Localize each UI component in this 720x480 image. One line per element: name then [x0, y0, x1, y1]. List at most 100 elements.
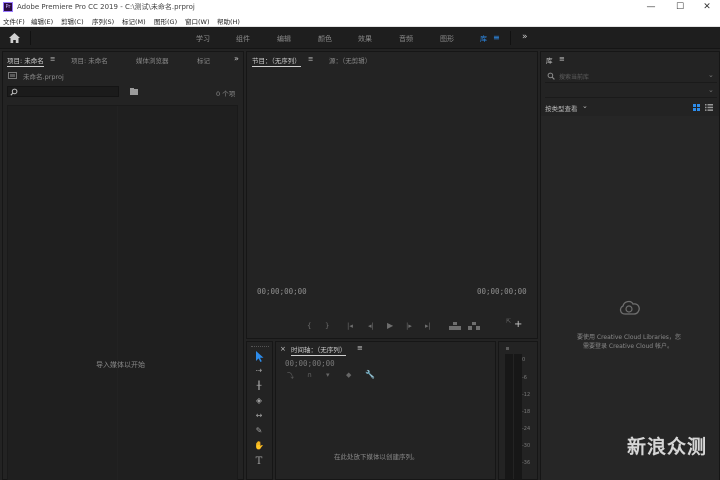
extract-icon[interactable] [468, 322, 480, 330]
project-file-icon [8, 72, 17, 79]
maximize-button[interactable]: ☐ [665, 0, 695, 14]
go-to-out-icon[interactable]: ▸| [425, 322, 431, 330]
menu-window[interactable]: 窗口(W) [185, 16, 210, 26]
chevron-down-icon: ⌄ [582, 102, 588, 110]
libraries-search-input[interactable]: 搜索当前库 ⌄ [545, 70, 717, 83]
export-frame-icon[interactable]: ⇱ [506, 318, 511, 325]
menu-help[interactable]: 帮助(H) [217, 16, 240, 26]
menu-bar: 文件(F) 编辑(E) 剪辑(C) 序列(S) 标记(M) 图形(G) 窗口(W… [0, 14, 720, 27]
workspace-tab-learn[interactable]: 学习 [196, 34, 210, 44]
type-tool-icon[interactable]: T [253, 456, 265, 468]
new-bin-from-search-icon[interactable] [129, 87, 139, 96]
audio-meter-right-channel [514, 354, 522, 479]
libraries-panel-menu-icon[interactable]: ≡ [559, 55, 565, 63]
tab-source[interactable]: 源：（无剪辑） [329, 55, 371, 65]
panel-overflow-icon[interactable]: » [234, 54, 239, 63]
menu-clip[interactable]: 剪辑(C) [61, 16, 84, 26]
go-to-in-icon[interactable]: |◂ [347, 322, 353, 330]
button-editor-add-icon[interactable]: + [514, 319, 522, 330]
hand-tool-icon[interactable]: ✋ [253, 440, 265, 452]
snap-icon[interactable]: ⤵ [287, 371, 294, 381]
add-marker-icon[interactable]: ▾ [326, 371, 330, 379]
libraries-panel: 库 ≡ 搜索当前库 ⌄ ⌄ 按类型查看 ⌄ 要使用 Creative Cloud… [540, 51, 720, 480]
meter-tick: 0 [522, 357, 526, 363]
home-icon[interactable] [9, 33, 20, 43]
selection-tool-icon[interactable] [255, 351, 264, 362]
chevron-down-icon: ⌄ [708, 86, 714, 94]
mark-out-icon[interactable]: } [325, 322, 329, 330]
audio-meter-left-channel [505, 354, 513, 479]
chevron-down-icon[interactable]: ⌄ [708, 71, 714, 79]
workspace-tab-editing[interactable]: 编辑 [277, 34, 291, 44]
watermark-logo: 新浪众测 [627, 436, 708, 458]
lift-icon[interactable] [449, 322, 461, 330]
project-item-count: 0 个项 [216, 90, 236, 98]
tab-program[interactable]: 节目：（无序列） [252, 55, 301, 67]
program-video-frame[interactable] [251, 67, 534, 292]
workspace-overflow-button[interactable]: » [522, 32, 528, 42]
play-icon[interactable]: ▶ [387, 321, 393, 330]
close-button[interactable]: ✕ [692, 0, 720, 14]
track-select-tool-icon[interactable]: ⇢ [253, 365, 265, 377]
project-panel-menu-icon[interactable]: ≡ [50, 55, 55, 63]
timeline-close-icon[interactable]: × [280, 345, 286, 353]
menu-file[interactable]: 文件(F) [3, 16, 25, 26]
timeline-track-area[interactable] [280, 383, 484, 479]
timeline-marker-icon[interactable]: ◆ [346, 371, 351, 379]
slip-tool-icon[interactable]: ↔ [253, 410, 265, 422]
library-selector-dropdown[interactable]: ⌄ [545, 85, 717, 98]
menu-edit[interactable]: 编辑(E) [31, 16, 53, 26]
program-timecode-duration: 00;00;00;00 [477, 287, 527, 296]
project-file-name: 未命名.prproj [23, 73, 64, 81]
libraries-signin-message-line1: 要使用 Creative Cloud Libraries，您 [577, 334, 681, 341]
workspace-menu-icon[interactable]: ≡ [493, 33, 500, 42]
title-bar: Pr Adobe Premiere Pro CC 2019 - C:\测试\未命… [0, 0, 720, 14]
menu-graphics[interactable]: 图形(G) [154, 16, 177, 26]
grid-view-icon[interactable] [693, 104, 700, 111]
menu-marker[interactable]: 标记(M) [122, 16, 146, 26]
search-icon [547, 72, 555, 80]
workspace-bar: 学习 组件 编辑 颜色 效果 音频 图形 库 ≡ » [0, 27, 720, 49]
audio-meter-panel [498, 341, 538, 480]
workspace-tab-effects[interactable]: 效果 [358, 34, 372, 44]
step-back-icon[interactable]: ◂| [368, 322, 374, 330]
timeline-empty-message: 在此处放下媒体以创建序列。 [334, 453, 419, 461]
list-view-icon[interactable] [705, 104, 713, 111]
step-forward-icon[interactable]: |▸ [406, 322, 412, 330]
workspace-tab-audio[interactable]: 音频 [399, 34, 413, 44]
tab-timeline[interactable]: 时间轴：（无序列） [291, 344, 347, 356]
minimize-button[interactable]: — [636, 0, 666, 14]
wrench-icon[interactable]: 🔧 [365, 370, 375, 379]
workspace-tab-graphics[interactable]: 图形 [440, 34, 454, 44]
libraries-content-area [541, 116, 719, 480]
meter-tick: -18 [522, 409, 531, 415]
meter-tick: -36 [522, 460, 531, 466]
tab-markers[interactable]: 标记 [197, 55, 210, 65]
tab-media-browser[interactable]: 媒体浏览器 [136, 55, 169, 65]
program-timecode-current[interactable]: 00;00;00;00 [257, 287, 307, 296]
linked-selection-icon[interactable]: ∩ [307, 371, 312, 379]
timeline-timecode[interactable]: 00;00;00;00 [285, 359, 335, 368]
ripple-edit-tool-icon[interactable]: ╫ [253, 380, 265, 392]
meter-tick: -6 [522, 375, 527, 381]
workspace-tab-assembly[interactable]: 组件 [236, 34, 250, 44]
tab-project[interactable]: 项目: 未命名 [7, 55, 44, 67]
project-item-list[interactable]: 导入媒体以开始 [7, 105, 238, 480]
mark-in-icon[interactable]: { [307, 322, 311, 330]
tab-project-2[interactable]: 项目: 未命名 [71, 55, 108, 65]
timeline-panel-menu-icon[interactable]: ≡ [357, 344, 363, 352]
timeline-panel: × 时间轴：（无序列） ≡ 00;00;00;00 ⤵ ∩ ▾ ◆ 🔧 在此处放… [275, 341, 496, 480]
program-panel-menu-icon[interactable]: ≡ [308, 55, 313, 63]
libraries-signin-message-line2: 需要登录 Creative Cloud 帐户。 [583, 343, 674, 350]
workspace-tab-libraries[interactable]: 库 [480, 34, 487, 44]
menu-sequence[interactable]: 序列(S) [92, 16, 114, 26]
search-icon [10, 88, 18, 96]
program-monitor-tabs: 节目：（无序列） ≡ 源：（无剪辑） [247, 52, 537, 67]
workspace-tab-color[interactable]: 颜色 [318, 34, 332, 44]
tab-libraries[interactable]: 库 [546, 55, 553, 65]
view-by-type-dropdown[interactable]: 按类型查看 [545, 103, 578, 113]
project-search-input[interactable] [7, 86, 119, 97]
razor-tool-icon[interactable]: ◈ [253, 395, 265, 407]
meter-tick: -30 [522, 443, 531, 449]
pen-tool-icon[interactable]: ✎ [253, 425, 265, 437]
